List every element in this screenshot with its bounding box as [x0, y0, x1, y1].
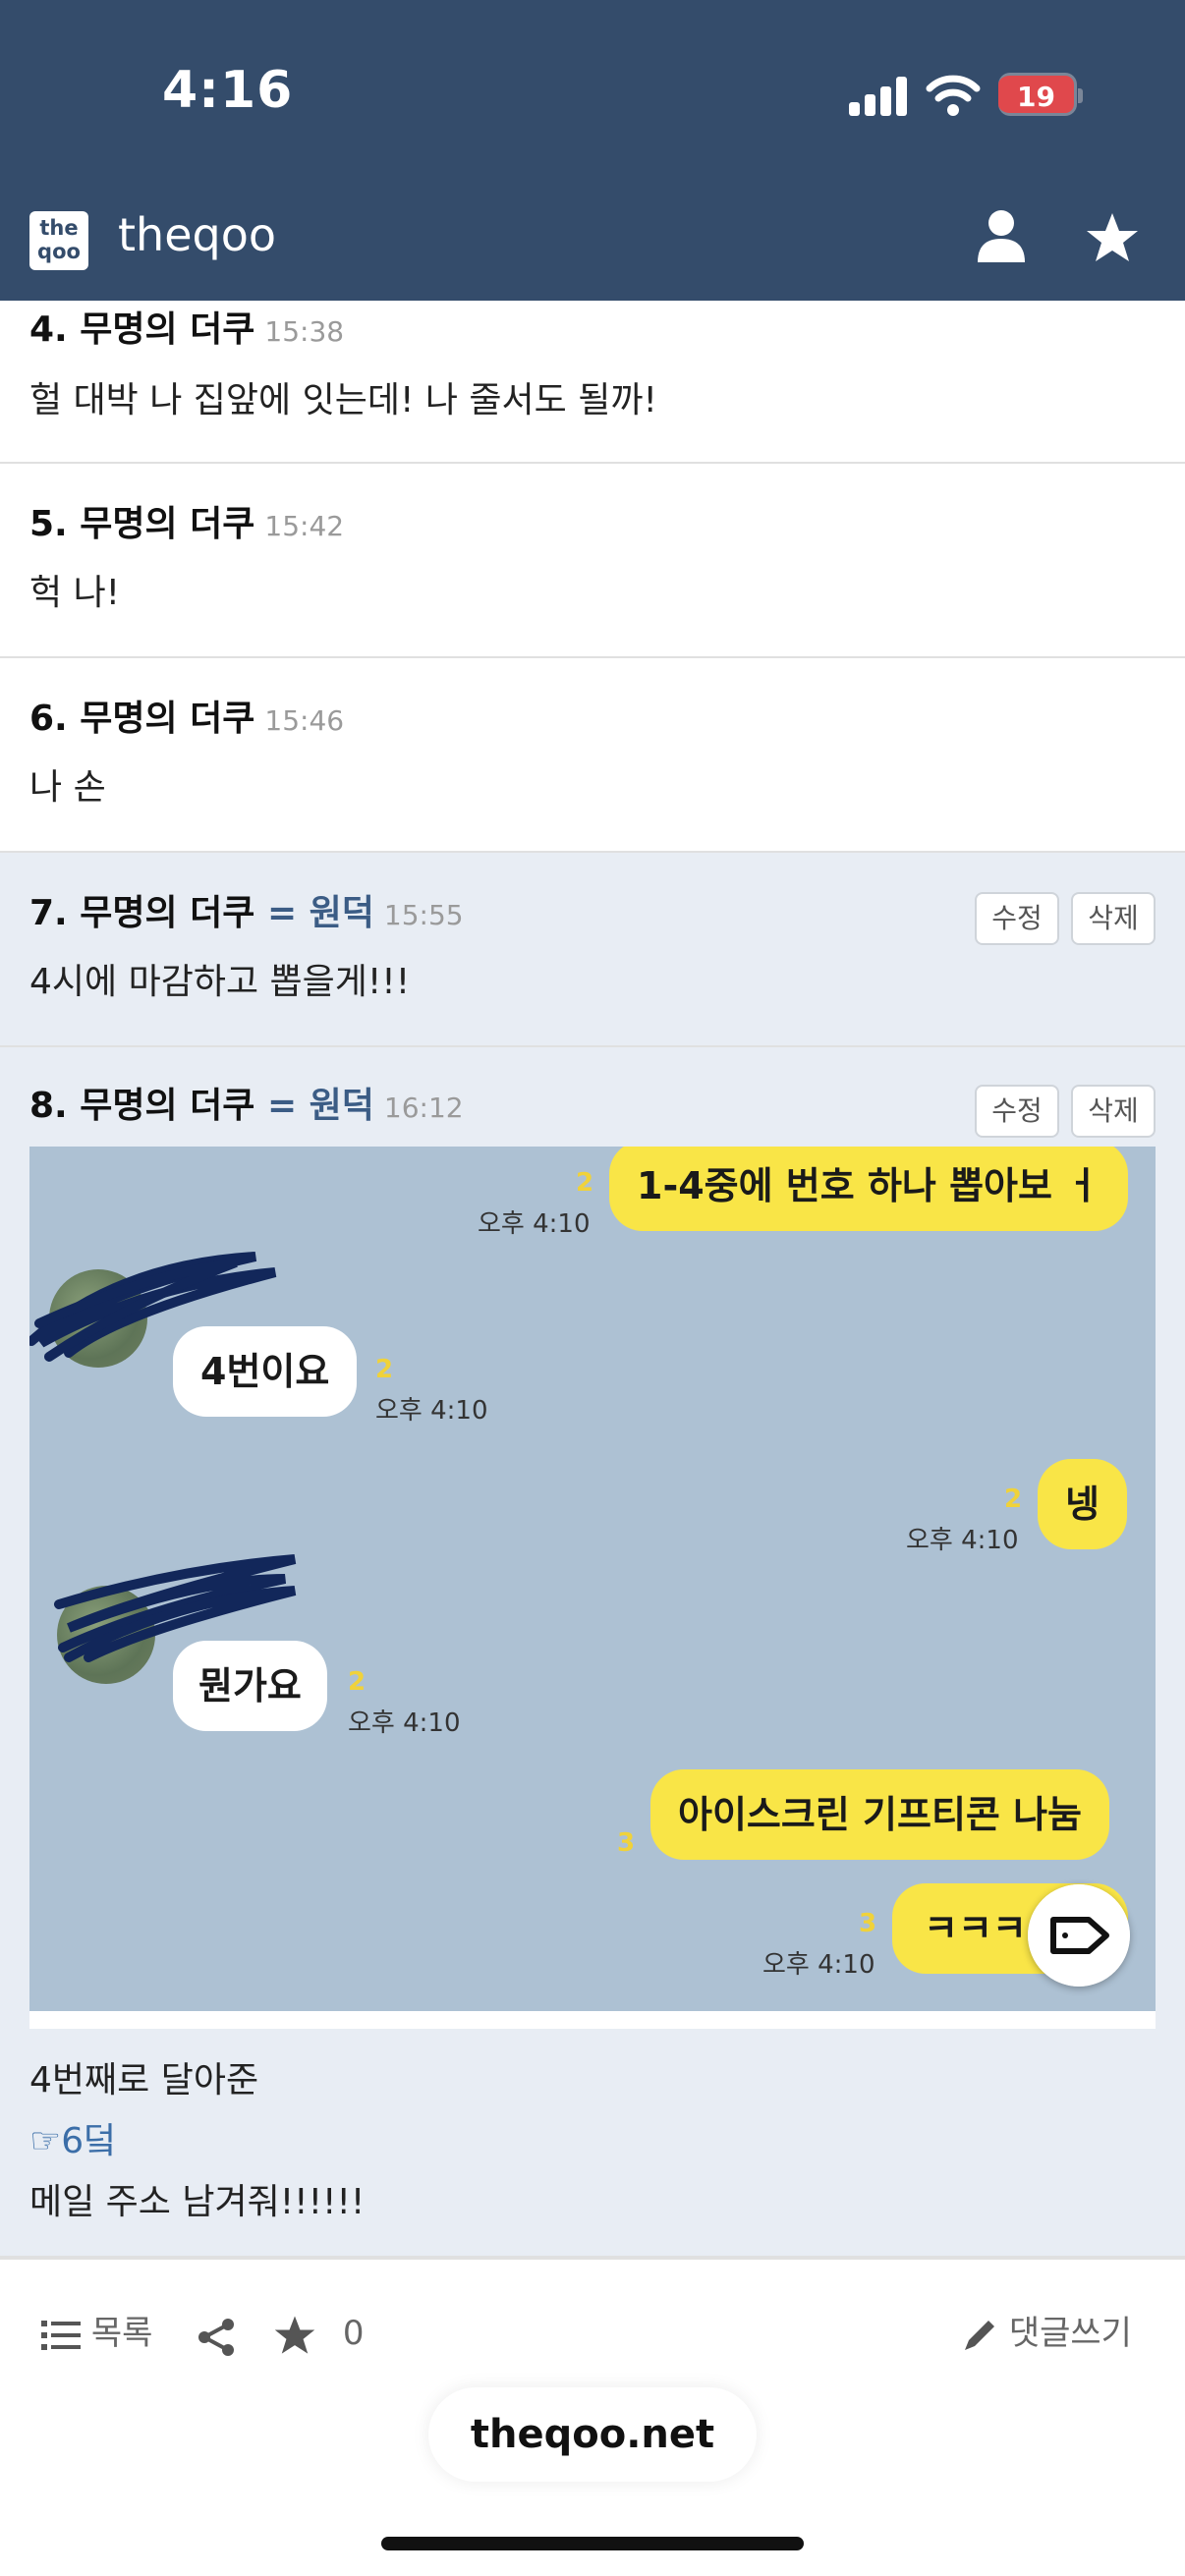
comment-item: 7. 무명의 더쿠 = 원덕 15:55 수정 삭제 4시에 마감하고 뽑을게!!… [0, 853, 1185, 1047]
comment-author: 무명의 더쿠 [80, 309, 255, 350]
battery-indicator: 19 [998, 73, 1083, 116]
comment-line: 4번째로 달아준 [29, 2060, 259, 2100]
write-comment-label: 댓글쓰기 [1008, 2314, 1132, 2353]
home-indicator[interactable] [381, 2537, 804, 2550]
comment-time: 15:38 [264, 315, 345, 348]
action-bar: 목록 0 댓글쓰기 [0, 2258, 1185, 2407]
app-header: 4:16 19 the qoo theqoo [0, 0, 1185, 301]
comment-author: 무명의 더쿠 [80, 699, 255, 739]
pencil-icon [965, 2320, 994, 2350]
comment-number: 6. [29, 699, 68, 739]
comment-header: 6. 무명의 더쿠 15:46 [29, 690, 344, 741]
comment-header: 7. 무명의 더쿠 = 원덕 15:55 [29, 884, 464, 935]
site-title[interactable]: theqoo [118, 208, 276, 261]
comment-text: 헐 대박 나 집앞에 잇는데! 나 줄서도 될까! [29, 380, 657, 420]
reply-link[interactable]: ☞6덬 [29, 2112, 116, 2163]
comment-header: 5. 무명의 더쿠 15:42 [29, 495, 344, 546]
logo-text-bottom: qoo [37, 240, 81, 263]
comment-text: 나 손 [29, 767, 106, 808]
user-icon[interactable] [976, 209, 1027, 264]
comment-author: 무명의 더쿠 [80, 504, 255, 544]
comment-item: 5. 무명의 더쿠 15:42 헉 나! [0, 464, 1185, 658]
cellular-signal-icon [849, 77, 908, 116]
list-label: 목록 [90, 2314, 153, 2353]
comment-time: 15:46 [264, 704, 345, 737]
comment-item: 6. 무명의 더쿠 15:46 나 손 [0, 658, 1185, 853]
site-logo[interactable]: the qoo [29, 211, 88, 270]
comment-item: 4. 무명의 더쿠 15:38 헐 대박 나 집앞에 잇는데! 나 줄서도 될까! [0, 301, 1185, 464]
list-icon [41, 2320, 81, 2350]
star-icon [274, 2316, 315, 2354]
comment-author: 무명의 더쿠 [80, 1086, 255, 1126]
star-button[interactable]: 0 [273, 2309, 364, 2358]
chat-screenshot-image[interactable]: 1-4중에 번호 하나 뽑아보 ㅓ 2 오후 4:10 4번이요 2 오후 4:… [29, 1147, 1156, 2011]
comment-text: 4시에 마감하고 뽑을게!!! [29, 962, 411, 1002]
author-alias: = 원덕 [266, 893, 374, 933]
tag-icon[interactable] [1028, 1884, 1130, 1987]
comment-text: 헉 나! [29, 573, 121, 613]
star-count: 0 [342, 2314, 365, 2353]
comment-line: 메일 주소 남겨줘!!!!!! [29, 2182, 366, 2222]
edit-button[interactable]: 수정 [975, 892, 1059, 945]
author-alias: = 원덕 [266, 1086, 374, 1126]
comment-number: 7. [29, 893, 68, 933]
favorite-star-icon[interactable] [1085, 211, 1140, 264]
logo-text-top: the [39, 216, 79, 240]
comment-header: 8. 무명의 더쿠 = 원덕 16:12 [29, 1077, 464, 1128]
write-comment-button[interactable]: 댓글쓰기 [961, 2309, 1132, 2358]
page: 4:16 19 the qoo theqoo 4. 무명의 더쿠 15:38 헐… [0, 0, 1185, 2576]
comment-number: 5. [29, 504, 68, 544]
delete-button[interactable]: 삭제 [1071, 892, 1156, 945]
comment-header: 4. 무명의 더쿠 15:38 [29, 301, 344, 352]
delete-button[interactable]: 삭제 [1071, 1085, 1156, 1138]
comment-time: 15:55 [383, 899, 464, 931]
wifi-icon [926, 75, 981, 116]
censor-scribble [29, 1252, 297, 1662]
image-bottom-edge [29, 2011, 1156, 2029]
browser-address-pill[interactable]: theqoo.net [428, 2387, 757, 2482]
status-time: 4:16 [162, 61, 294, 120]
comment-number: 4. [29, 309, 68, 350]
comment-time: 15:42 [264, 510, 345, 542]
share-icon[interactable] [197, 2319, 236, 2356]
comment-author: 무명의 더쿠 [80, 893, 255, 933]
edit-button[interactable]: 수정 [975, 1085, 1059, 1138]
list-button[interactable]: 목록 [41, 2309, 152, 2358]
comment-time: 16:12 [383, 1092, 464, 1124]
comment-number: 8. [29, 1086, 68, 1126]
